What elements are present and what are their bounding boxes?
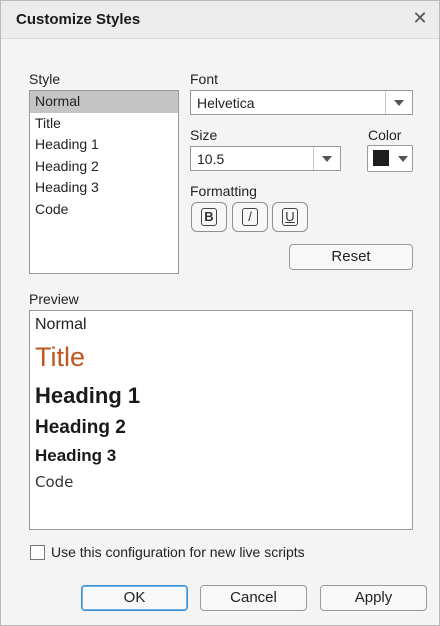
style-item-title[interactable]: Title <box>30 113 178 135</box>
style-listbox[interactable]: Normal Title Heading 1 Heading 2 Heading… <box>29 90 179 274</box>
style-label: Style <box>29 71 61 87</box>
preview-normal: Normal <box>35 316 87 333</box>
bold-icon: B <box>201 208 217 226</box>
preview-label: Preview <box>29 291 79 307</box>
dialog-title: Customize Styles <box>16 11 141 28</box>
new-live-scripts-checkbox[interactable] <box>30 545 45 560</box>
size-value[interactable]: 10.5 <box>197 151 224 167</box>
font-label: Font <box>190 71 219 87</box>
apply-button[interactable]: Apply <box>320 585 427 611</box>
chevron-down-icon[interactable] <box>313 147 340 170</box>
customize-styles-dialog: Customize Styles ✕ Style Normal Title He… <box>0 0 440 626</box>
close-icon[interactable]: ✕ <box>409 7 431 29</box>
color-label: Color <box>368 127 402 143</box>
preview-panel: Normal Title Heading 1 Heading 2 Heading… <box>29 310 413 530</box>
checkbox-label[interactable]: Use this configuration for new live scri… <box>51 544 305 560</box>
style-item-heading-1[interactable]: Heading 1 <box>30 134 178 156</box>
ok-button[interactable]: OK <box>81 585 188 611</box>
underline-icon: U <box>282 208 298 226</box>
reset-button[interactable]: Reset <box>289 244 413 270</box>
color-swatch <box>373 150 389 166</box>
underline-button[interactable]: U <box>272 202 308 232</box>
preview-heading-1: Heading 1 <box>35 383 141 408</box>
size-combobox[interactable]: 10.5 <box>190 146 341 171</box>
cancel-button[interactable]: Cancel <box>200 585 307 611</box>
italic-button[interactable]: / <box>232 202 268 232</box>
preview-title: Title <box>35 342 86 372</box>
font-value: Helvetica <box>197 95 255 111</box>
preview-heading-3: Heading 3 <box>35 446 117 465</box>
bold-button[interactable]: B <box>191 202 227 232</box>
italic-icon: / <box>242 208 258 226</box>
title-bar: Customize Styles ✕ <box>1 1 439 39</box>
preview-heading-2: Heading 2 <box>35 417 126 438</box>
font-dropdown[interactable]: Helvetica <box>190 90 413 115</box>
chevron-down-icon[interactable] <box>385 91 412 114</box>
formatting-label: Formatting <box>190 183 257 199</box>
style-item-heading-3[interactable]: Heading 3 <box>30 177 178 199</box>
style-item-code[interactable]: Code <box>30 199 178 221</box>
size-label: Size <box>190 127 218 143</box>
style-item-normal[interactable]: Normal <box>30 91 178 113</box>
style-item-heading-2[interactable]: Heading 2 <box>30 156 178 178</box>
color-picker-button[interactable] <box>367 145 413 172</box>
preview-code: Code <box>35 473 74 491</box>
